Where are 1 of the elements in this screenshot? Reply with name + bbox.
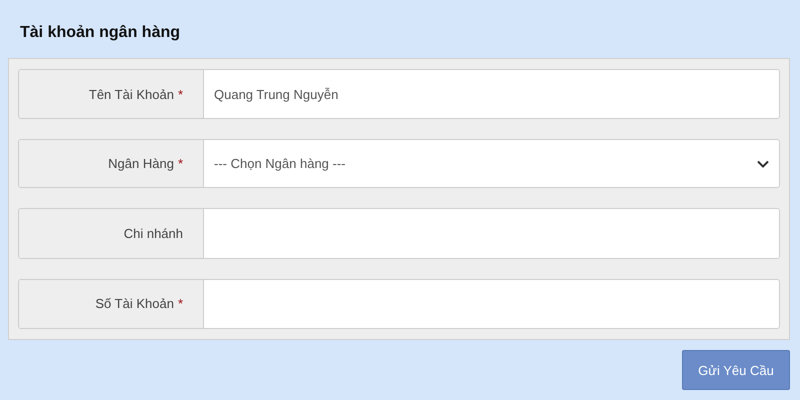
section-title: Tài khoản ngân hàng bbox=[19, 23, 182, 43]
